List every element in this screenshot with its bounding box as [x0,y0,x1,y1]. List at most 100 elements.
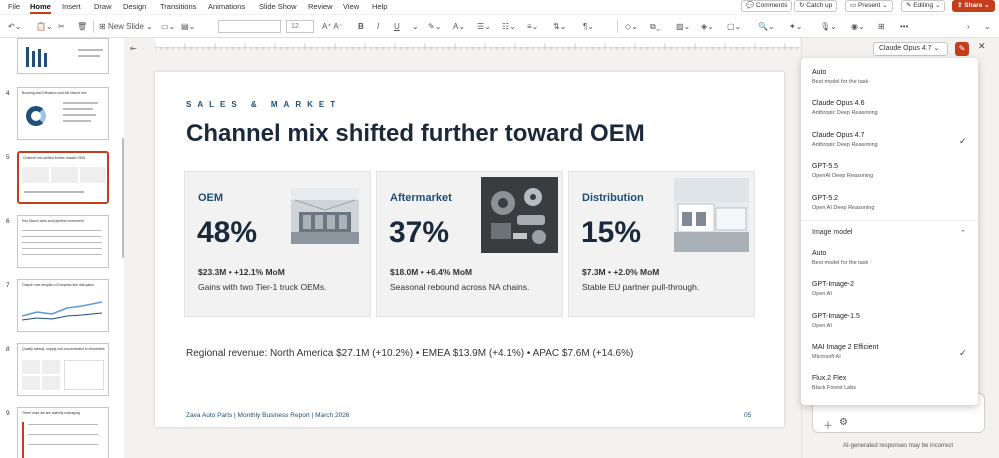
menu-insert[interactable]: Insert [62,2,81,11]
image-model-option-gpt-image-2[interactable]: GPT-Image-2 Open AI [812,281,854,297]
menu-slide-show[interactable]: Slide Show [259,2,297,11]
thumbnail-scrollbar[interactable] [122,138,124,258]
menu-animations[interactable]: Animations [208,2,245,11]
card-label: OEM [198,192,224,204]
ribbon-collapse-icon[interactable]: ⌄ [984,20,991,33]
slide-footer[interactable]: Zava Auto Parts | Monthly Business Repor… [186,412,349,419]
card-percent: 48% [197,216,258,249]
slide-thumbnail-9[interactable]: Three risks we are actively managing [17,407,109,458]
addins-icon[interactable]: ⊞ [878,20,885,33]
model-selector-button[interactable]: Claude Opus 4.7 ⌄ [873,42,948,56]
font-size-select[interactable]: 12 [286,20,314,33]
format-painter-icon[interactable]: ✂ [58,20,65,33]
slide-thumbnail-pane: 4 Booking and Elevation and the March mi… [0,38,124,458]
quick-styles-icon[interactable]: ▨⌄ [676,20,690,33]
slide-thumbnail-7[interactable]: Output rose despite a European line disr… [17,279,109,332]
align-icon[interactable]: ≡⌄ [527,20,538,33]
slide-kicker[interactable]: SALES & MARKET [186,100,341,109]
menu-view[interactable]: View [343,2,359,11]
layout-icon[interactable]: ▭⌄ [161,20,175,33]
ribbon-expand-icon[interactable]: › [967,20,970,33]
italic-icon[interactable]: I [377,20,379,33]
menu-design[interactable]: Design [123,2,146,11]
distribution-warehouse-image[interactable] [674,178,749,252]
distribution-card[interactable]: Distribution 15% $7.3M • +2.0% MoM Stabl… [568,171,755,317]
more-font-icon[interactable]: ⌄ [412,20,419,33]
image-model-option-flux-2-flex[interactable]: Flux.2 Flex Black Forest Labs [812,375,856,391]
model-option-claude-opus-4-7[interactable]: Claude Opus 4.7 Anthropic Deep Reasoning [812,132,878,148]
present-button[interactable]: ▭ Present ⌄ [845,0,893,12]
model-option-auto[interactable]: Auto Best model for the task [812,69,868,85]
slide-thumbnail-3[interactable] [17,38,109,74]
bullets-icon[interactable]: ☰⌄ [477,20,491,33]
dictate-icon[interactable]: 🎙⌄ [820,20,837,33]
check-icon: ✓ [959,136,967,146]
underline-icon[interactable]: U [394,20,400,33]
slide-page-number[interactable]: 05 [744,412,751,419]
close-icon[interactable]: ✕ [978,41,986,52]
card-metric: $18.0M • +6.4% MoM [390,267,473,277]
paragraph-icon[interactable]: ¶⌄ [583,20,594,33]
menu-draw[interactable]: Draw [94,2,112,11]
menu-transitions[interactable]: Transitions [160,2,196,11]
model-option-gpt-5-2[interactable]: GPT-5.2 Open AI Deep Reasoning [812,195,874,211]
menu-file[interactable]: File [8,2,20,11]
card-metric: $23.3M • +12.1% MoM [198,267,285,277]
comments-button[interactable]: 💬 Comments [741,0,793,12]
outline-icon[interactable]: ▢⌄ [727,20,741,33]
menu-home[interactable]: Home [30,2,51,14]
slide-thumbnail-8[interactable]: Quality steady; supply risk concentrated… [17,343,109,396]
image-model-option-auto[interactable]: Auto Best model for the task [812,250,868,266]
card-metric: $7.3M • +2.0% MoM [582,267,660,277]
slide-thumbnail-6[interactable]: Key March wins and pipeline movement [17,215,109,268]
designer-icon[interactable]: ✦⌄ [789,20,802,33]
slide-thumbnail-5[interactable]: Channel mix shifted further toward OEM [17,151,109,204]
copilot-icon[interactable]: ◉⌄ [851,20,865,33]
font-color-icon[interactable]: A⌄ [453,20,465,33]
oem-card[interactable]: OEM 48% $23.3M • +12.1% MoM Gains with t… [184,171,371,317]
image-model-option-mai-image-2[interactable]: MAI Image 2 Efficient Microsoft AI [812,344,878,360]
more-options-icon[interactable]: ••• [900,20,908,33]
section-icon[interactable]: ▤⌄ [181,20,195,33]
card-note: Seasonal rebound across NA chains. [390,282,530,292]
numbering-icon[interactable]: ☷⌄ [502,20,516,33]
settings-icon[interactable]: ⚙ [839,417,848,428]
toggle-thumbnails-icon[interactable]: ⇤ [130,44,137,53]
grow-font-icon[interactable]: A⁺ A⁻ [322,20,343,33]
model-option-claude-opus-4-6[interactable]: Claude Opus 4.6 Anthropic Deep Reasoning [812,100,878,116]
bold-icon[interactable]: B [358,20,364,33]
image-model-section-header[interactable]: Image model [812,229,852,236]
share-button[interactable]: ⇪ Share ⌄ [952,0,995,12]
regional-revenue-text[interactable]: Regional revenue: North America $27.1M (… [186,348,633,359]
model-option-gpt-5-5[interactable]: GPT-5.5 OpenAI Deep Reasoning [812,163,873,179]
menu-help[interactable]: Help [372,2,387,11]
card-note: Gains with two Tier-1 truck OEMs. [198,282,327,292]
add-icon[interactable]: ＋ [823,417,833,432]
shapes-icon[interactable]: ◇⌄ [625,20,638,33]
menu-review[interactable]: Review [308,2,333,11]
slide-canvas[interactable]: SALES & MARKET Channel mix shifted furth… [155,72,784,427]
paste-icon[interactable]: 📋⌄ [36,20,53,33]
slide-title[interactable]: Channel mix shifted further toward OEM [186,120,645,148]
fill-icon[interactable]: ◈⌄ [701,20,714,33]
delete-icon[interactable]: 🗑 [77,20,87,33]
find-icon[interactable]: 🔍⌄ [758,20,775,33]
arrange-icon[interactable]: ⧉⌄ [650,20,660,33]
horizontal-ruler [154,38,800,50]
card-percent: 37% [389,216,450,249]
undo-icon[interactable]: ↶⌄ [8,20,21,33]
slide-thumbnail-4[interactable]: Booking and Elevation and the March mix [17,87,109,140]
catch-up-button[interactable]: ↻ Catch up [794,0,838,12]
editing-button[interactable]: ✎ Editing ⌄ [901,0,946,12]
factory-line-image[interactable] [291,188,359,244]
image-model-option-gpt-image-1-5[interactable]: GPT-Image-1.5 Open AI [812,313,860,329]
chevron-up-icon[interactable]: ⌃ [960,229,966,237]
card-label: Aftermarket [390,192,452,204]
new-chat-icon[interactable]: ✎ [955,42,969,56]
font-family-select[interactable] [218,20,281,33]
aftermarket-card[interactable]: Aftermarket 37% $18.0M • +6.4% MoM Seaso… [376,171,563,317]
auto-parts-image[interactable] [481,177,558,253]
highlight-icon[interactable]: ✎⌄ [428,20,441,33]
text-direction-icon[interactable]: ⇅⌄ [553,20,566,33]
new-slide-button[interactable]: ⊞ New Slide ⌄ [99,20,153,33]
